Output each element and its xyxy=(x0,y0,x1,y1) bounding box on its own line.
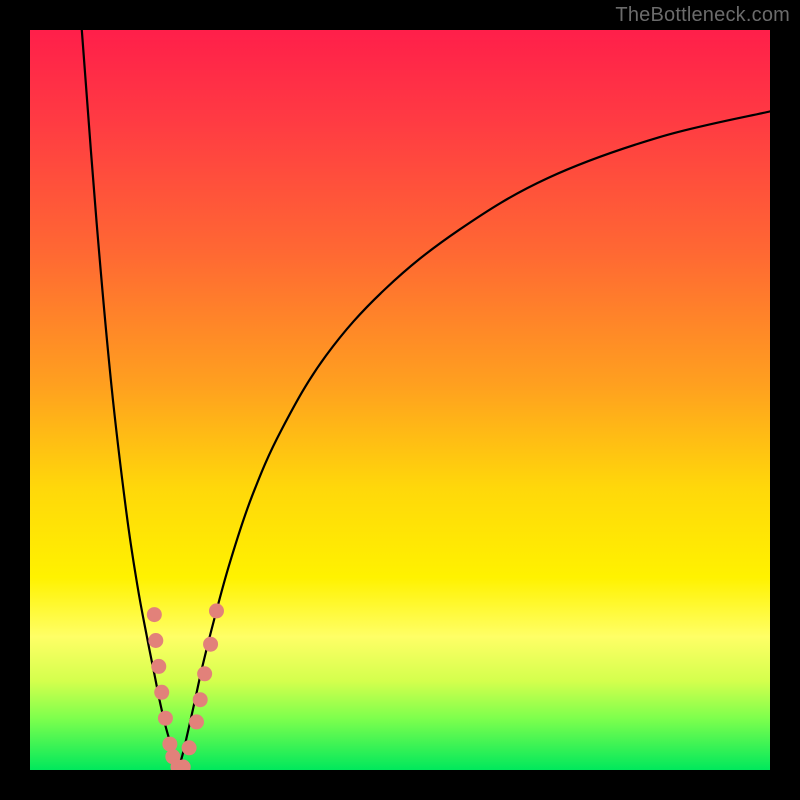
watermark-text: TheBottleneck.com xyxy=(615,4,790,27)
chart-frame: TheBottleneck.com xyxy=(0,0,800,800)
data-point xyxy=(209,603,224,618)
curve-group xyxy=(82,30,770,770)
data-point xyxy=(193,692,208,707)
data-point xyxy=(151,659,166,674)
data-point xyxy=(158,711,173,726)
chart-svg xyxy=(30,30,770,770)
data-point xyxy=(197,666,212,681)
plot-area xyxy=(30,30,770,770)
data-point xyxy=(162,737,177,752)
data-point xyxy=(148,633,163,648)
data-point xyxy=(154,685,169,700)
curve-left-branch xyxy=(82,30,178,770)
data-point xyxy=(189,714,204,729)
curve-right-branch xyxy=(178,111,770,770)
data-point xyxy=(203,637,218,652)
data-point xyxy=(182,740,197,755)
data-point xyxy=(147,607,162,622)
